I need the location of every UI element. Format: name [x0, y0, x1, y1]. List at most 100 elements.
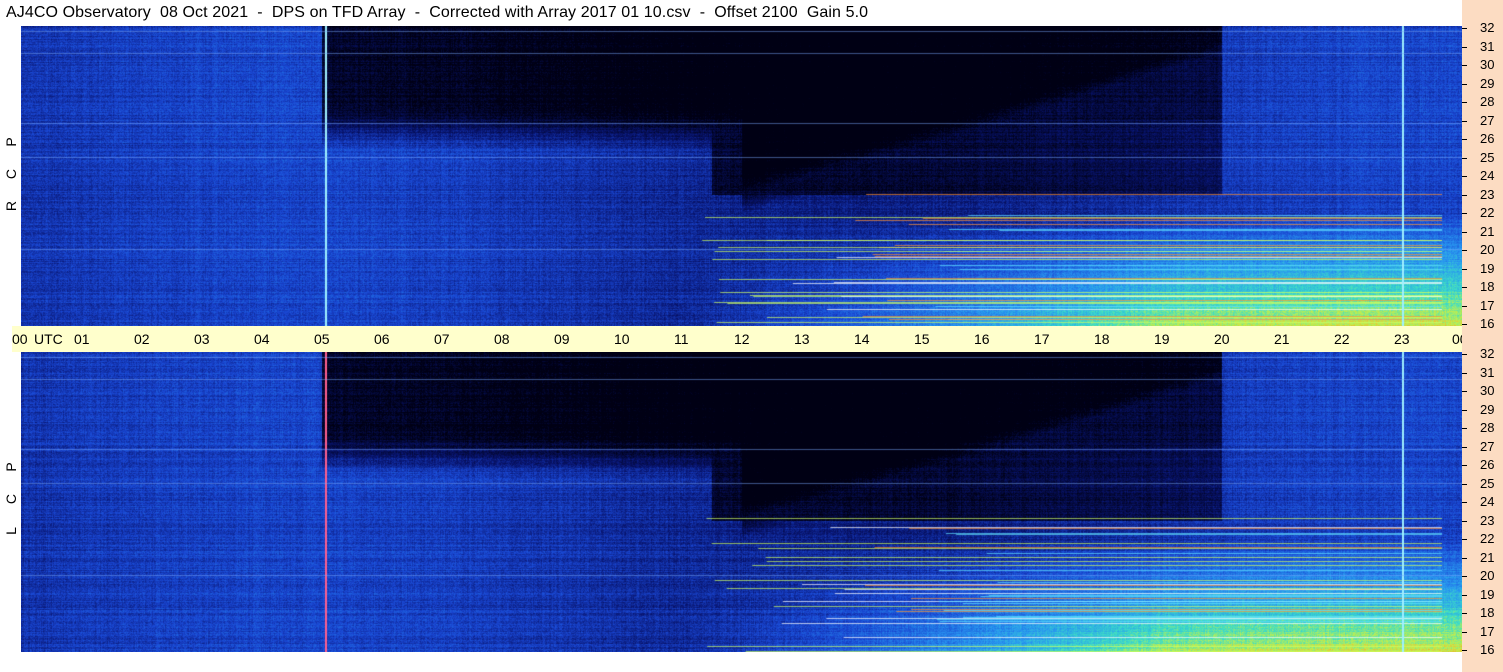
lcp-spectrogram-canvas: [21, 352, 1462, 652]
freq-tick-label: 18: [1480, 279, 1495, 294]
freq-tick-mark: [1462, 47, 1467, 48]
freq-tick: 20: [1462, 242, 1503, 257]
freq-tick-label: 32: [1480, 346, 1495, 361]
freq-tick-label: 31: [1480, 365, 1495, 380]
freq-tick-mark: [1462, 613, 1467, 614]
lcp-spectrogram: [21, 352, 1462, 652]
freq-tick-label: 21: [1480, 550, 1495, 565]
freq-tick-mark: [1462, 269, 1467, 270]
time-axis: 00 UTC 01 02 03 04 05 06 07 08 09 10 11 12 13 14 15 16 17 1…: [12, 326, 1496, 352]
time-tick-label: 10: [614, 331, 630, 347]
time-tick-label: 21: [1274, 331, 1290, 347]
time-tick-label: 00: [12, 331, 28, 347]
freq-tick-mark: [1462, 102, 1467, 103]
rcp-spectrogram-canvas: [21, 26, 1462, 326]
freq-tick-label: 26: [1480, 457, 1495, 472]
freq-tick: 19: [1462, 587, 1503, 602]
freq-tick: 18: [1462, 279, 1503, 294]
freq-tick-mark: [1462, 558, 1467, 559]
freq-tick-mark: [1462, 410, 1467, 411]
time-tick-label: 17: [1034, 331, 1050, 347]
freq-tick-label: 30: [1480, 57, 1495, 72]
freq-tick-mark: [1462, 521, 1467, 522]
freq-tick: 30: [1462, 383, 1503, 398]
time-tick-label: 19: [1154, 331, 1170, 347]
freq-tick-mark: [1462, 28, 1467, 29]
freq-tick: 25: [1462, 150, 1503, 165]
time-tick-label: 03: [194, 331, 210, 347]
freq-tick-mark: [1462, 287, 1467, 288]
time-tick-label: 05: [314, 331, 330, 347]
freq-tick: 27: [1462, 439, 1503, 454]
freq-tick-mark: [1462, 176, 1467, 177]
time-tick-label: 04: [254, 331, 270, 347]
freq-tick-mark: [1462, 158, 1467, 159]
freq-tick-label: 27: [1480, 113, 1495, 128]
freq-tick-label: 19: [1480, 261, 1495, 276]
freq-tick-label: 32: [1480, 20, 1495, 35]
freq-tick: 21: [1462, 224, 1503, 239]
lcp-frequency-axis: 32 31 30 29 28 27 26 25 24 23 22 21 20 19 18 17 16: [1462, 346, 1503, 657]
freq-tick-label: 20: [1480, 242, 1495, 257]
freq-tick-mark: [1462, 121, 1467, 122]
time-tick-label: 18: [1094, 331, 1110, 347]
freq-tick: 21: [1462, 550, 1503, 565]
freq-tick-mark: [1462, 195, 1467, 196]
rcp-spectrogram: [21, 26, 1462, 326]
freq-tick: 17: [1462, 624, 1503, 639]
freq-tick-label: 17: [1480, 298, 1495, 313]
freq-tick: 31: [1462, 365, 1503, 380]
freq-tick-mark: [1462, 447, 1467, 448]
freq-tick: 19: [1462, 261, 1503, 276]
freq-tick-label: 16: [1480, 642, 1495, 657]
freq-tick-label: 22: [1480, 531, 1495, 546]
freq-tick-mark: [1462, 595, 1467, 596]
freq-tick-mark: [1462, 576, 1467, 577]
freq-tick-label: 30: [1480, 383, 1495, 398]
freq-tick-mark: [1462, 632, 1467, 633]
time-tick-label: 12: [734, 331, 750, 347]
freq-tick: 26: [1462, 457, 1503, 472]
freq-tick-label: 25: [1480, 476, 1495, 491]
freq-tick-mark: [1462, 306, 1467, 307]
freq-tick: 18: [1462, 605, 1503, 620]
rcp-frequency-axis: 32 31 30 29 28 27 26 25 24 23 22 21 20 19 18 17 16: [1462, 20, 1503, 331]
chart-title: AJ4CO Observatory 08 Oct 2021 - DPS on T…: [6, 4, 869, 21]
freq-tick: 16: [1462, 316, 1503, 331]
freq-tick-mark: [1462, 65, 1467, 66]
freq-tick-label: 28: [1480, 94, 1495, 109]
freq-tick: 26: [1462, 131, 1503, 146]
freq-tick-mark: [1462, 84, 1467, 85]
time-tick-label: 23: [1394, 331, 1410, 347]
freq-tick: 23: [1462, 513, 1503, 528]
freq-tick: 31: [1462, 39, 1503, 54]
freq-tick-label: 20: [1480, 568, 1495, 583]
freq-tick-mark: [1462, 650, 1467, 651]
freq-tick-label: 19: [1480, 587, 1495, 602]
freq-tick: 28: [1462, 94, 1503, 109]
time-tick-label: 07: [434, 331, 450, 347]
freq-tick-label: 25: [1480, 150, 1495, 165]
freq-tick-label: 29: [1480, 76, 1495, 91]
time-tick-label: 20: [1214, 331, 1230, 347]
freq-tick: 28: [1462, 420, 1503, 435]
freq-tick-label: 22: [1480, 205, 1495, 220]
freq-tick: 25: [1462, 476, 1503, 491]
freq-tick-mark: [1462, 502, 1467, 503]
time-tick-label: 16: [974, 331, 990, 347]
freq-tick-label: 16: [1480, 316, 1495, 331]
freq-tick: 22: [1462, 205, 1503, 220]
freq-tick: 16: [1462, 642, 1503, 657]
freq-tick-label: 26: [1480, 131, 1495, 146]
freq-tick-label: 29: [1480, 402, 1495, 417]
freq-tick-mark: [1462, 539, 1467, 540]
freq-tick-label: 24: [1480, 168, 1495, 183]
freq-tick-label: 27: [1480, 439, 1495, 454]
time-tick-label: 15: [914, 331, 930, 347]
time-tick-label: 09: [554, 331, 570, 347]
freq-tick: 23: [1462, 187, 1503, 202]
freq-tick-mark: [1462, 484, 1467, 485]
freq-tick-mark: [1462, 232, 1467, 233]
time-tick-label: 11: [674, 331, 689, 347]
freq-tick-mark: [1462, 324, 1467, 325]
